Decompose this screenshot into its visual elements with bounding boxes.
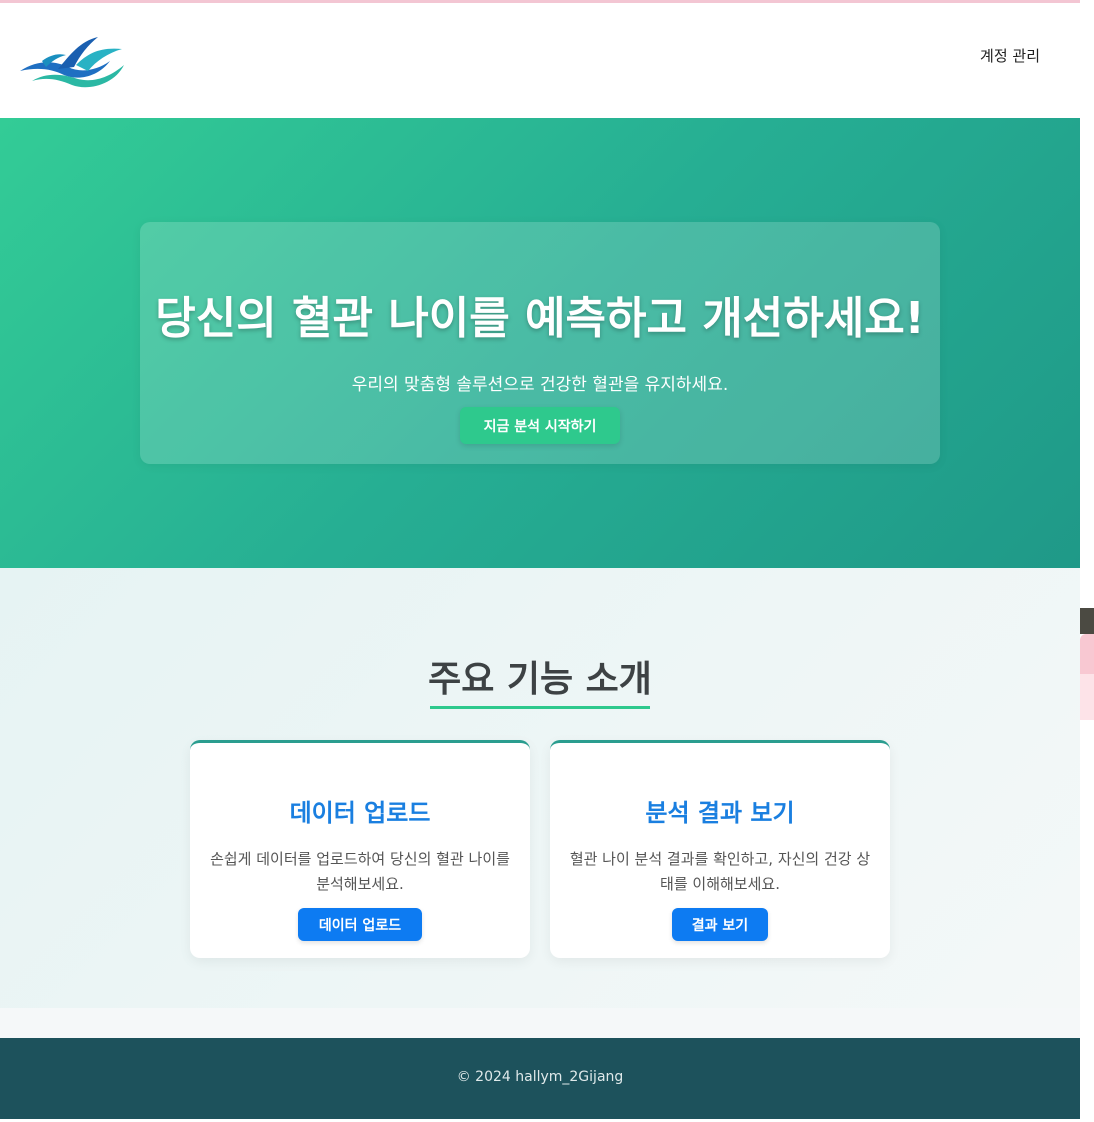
view-results-button[interactable]: 결과 보기 (672, 908, 768, 941)
card-description: 혈관 나이 분석 결과를 확인하고, 자신의 건강 상태를 이해해보세요. (569, 850, 871, 893)
data-upload-button[interactable]: 데이터 업로드 (298, 908, 422, 941)
overlapping-window-edge (1080, 608, 1094, 720)
hero-subtitle: 우리의 맞춤형 솔루션으로 건강한 혈관을 유지하세요. (351, 375, 729, 395)
card-description: 손쉽게 데이터를 업로드하여 당신의 혈관 나이를 분석해보세요. (210, 850, 510, 893)
feature-card-upload: 데이터 업로드 손쉽게 데이터를 업로드하여 당신의 혈관 나이를 분석해보세요… (190, 740, 530, 958)
features-title: 주요 기능 소개 (428, 659, 652, 700)
card-title: 분석 결과 보기 (645, 799, 795, 827)
account-settings-link[interactable]: 계정 관리 (980, 45, 1040, 66)
site-header: 계정 관리 (0, 3, 1080, 118)
section-spacer (0, 1008, 1080, 1038)
features-section: 주요 기능 소개 데이터 업로드 손쉽게 데이터를 업로드하여 당신의 혈관 나… (0, 568, 1080, 1008)
page: 계정 관리 당신의 혈관 나이를 예측하고 개선하세요! 우리의 맞춤형 솔루션… (0, 0, 1080, 1122)
site-footer: © 2024 hallym_2Gijang (0, 1038, 1080, 1119)
wave-logo-icon[interactable] (18, 31, 128, 89)
start-analysis-button[interactable]: 지금 분석 시작하기 (460, 407, 620, 444)
copyright-text: © 2024 hallym_2Gijang (456, 1069, 624, 1085)
title-underline (430, 706, 650, 709)
feature-card-results: 분석 결과 보기 혈관 나이 분석 결과를 확인하고, 자신의 건강 상태를 이… (550, 740, 890, 958)
hero-section: 당신의 혈관 나이를 예측하고 개선하세요! 우리의 맞춤형 솔루션으로 건강한… (0, 118, 1080, 568)
hero-title: 당신의 혈관 나이를 예측하고 개선하세요! (155, 293, 925, 344)
card-title: 데이터 업로드 (289, 799, 431, 827)
hero-card: 당신의 혈관 나이를 예측하고 개선하세요! 우리의 맞춤형 솔루션으로 건강한… (140, 222, 940, 464)
